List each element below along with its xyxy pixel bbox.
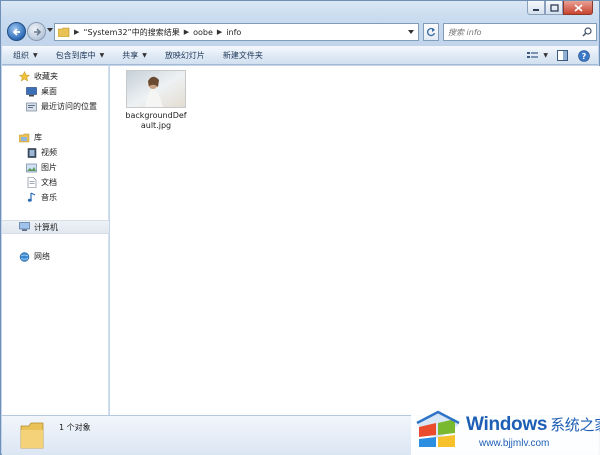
- sidebar-item-music[interactable]: 音乐: [2, 191, 109, 204]
- svg-text:?: ?: [582, 52, 587, 61]
- sidebar-item-label: 桌面: [41, 87, 57, 96]
- sidebar-item-videos[interactable]: 视频: [2, 146, 109, 159]
- watermark: Windows系统之家 www.bjjmlv.com: [411, 403, 600, 455]
- preview-pane-icon: [556, 50, 568, 61]
- sidebar-item-label: 最近访问的位置: [41, 102, 97, 111]
- chevron-down-icon: ▼: [99, 51, 105, 59]
- forward-button[interactable]: [27, 22, 46, 41]
- watermark-title-text: Windows: [466, 414, 548, 435]
- desktop-icon: [26, 86, 37, 97]
- item-count-label: 1 个对象: [59, 423, 91, 432]
- pictures-icon: [26, 162, 37, 173]
- slideshow-label: 放映幻灯片: [164, 50, 205, 60]
- chevron-down-icon: ▼: [33, 51, 38, 59]
- view-dropdown-icon[interactable]: ▼: [543, 52, 548, 59]
- folder-icon: [20, 422, 44, 449]
- image-thumbnail: [126, 70, 186, 108]
- watermark-title: Windows系统之家: [466, 414, 600, 436]
- maximize-button[interactable]: [545, 1, 563, 15]
- search-input[interactable]: [448, 27, 578, 37]
- organize-button[interactable]: 组织 ▼: [2, 46, 45, 64]
- recent-places-icon: [26, 101, 37, 112]
- chevron-down-icon: ▼: [142, 51, 147, 59]
- breadcrumb-separator-icon[interactable]: ▶: [217, 28, 222, 36]
- breadcrumb-separator-icon[interactable]: ▶: [184, 28, 189, 36]
- minimize-button[interactable]: [527, 1, 545, 15]
- music-icon: [26, 192, 37, 203]
- sidebar-item-computer[interactable]: 计算机: [2, 220, 109, 234]
- organize-label: 组织: [13, 50, 29, 60]
- star-icon: [19, 71, 30, 82]
- back-button[interactable]: [7, 22, 26, 41]
- minimize-icon: [533, 8, 539, 11]
- forward-arrow-icon: [33, 27, 41, 36]
- watermark-url: www.bjjmlv.com: [479, 438, 550, 449]
- sidebar-item-pictures[interactable]: 图片: [2, 161, 109, 174]
- sidebar-item-label: 网络: [34, 252, 50, 261]
- caption-buttons: [527, 1, 593, 15]
- explorer-window: ▶ “System32”中的搜索结果 ▶ oobe ▶ info 组织 ▼: [0, 0, 600, 455]
- library-icon: [19, 132, 30, 143]
- breadcrumb-search-results[interactable]: “System32”中的搜索结果: [83, 27, 179, 38]
- maximize-icon: [549, 3, 559, 12]
- sidebar-item-favorites[interactable]: 收藏夹: [2, 70, 109, 83]
- refresh-button[interactable]: [423, 23, 439, 41]
- sidebar-item-documents[interactable]: 文档: [2, 176, 109, 189]
- file-item[interactable]: backgroundDefault.jpg: [120, 70, 192, 131]
- share-button[interactable]: 共享 ▼: [111, 46, 154, 64]
- file-list-pane[interactable]: backgroundDefault.jpg: [110, 66, 600, 415]
- change-view-button[interactable]: [525, 48, 541, 63]
- navigation-row: ▶ “System32”中的搜索结果 ▶ oobe ▶ info: [5, 19, 597, 45]
- sidebar-item-label: 图片: [41, 163, 57, 172]
- sidebar-item-libraries[interactable]: 库: [2, 131, 109, 144]
- search-box[interactable]: [443, 23, 597, 41]
- breadcrumb-oobe[interactable]: oobe: [193, 28, 213, 37]
- sidebar-item-recent-places[interactable]: 最近访问的位置: [2, 100, 109, 113]
- view-options-icon: [527, 51, 539, 58]
- include-in-library-button[interactable]: 包含到库中 ▼: [45, 46, 112, 64]
- watermark-suffix: 系统之家: [550, 417, 600, 434]
- new-folder-button[interactable]: 新建文件夹: [212, 46, 270, 64]
- address-history-dropdown-icon[interactable]: [408, 30, 414, 35]
- search-icon[interactable]: [582, 27, 592, 37]
- share-label: 共享: [122, 50, 139, 60]
- back-arrow-icon: [12, 27, 20, 36]
- windows-logo-icon: [416, 410, 460, 447]
- sidebar-item-label: 计算机: [34, 222, 58, 232]
- help-icon: ?: [578, 49, 590, 62]
- refresh-icon: [427, 27, 436, 37]
- network-icon: [19, 251, 30, 262]
- sidebar-item-label: 收藏夹: [34, 72, 58, 81]
- close-button[interactable]: [563, 1, 593, 15]
- preview-pane-button[interactable]: [554, 48, 570, 63]
- close-icon: [573, 3, 583, 12]
- computer-icon: [19, 222, 30, 233]
- include-in-library-label: 包含到库中: [55, 50, 96, 60]
- sidebar-item-label: 视频: [41, 148, 57, 157]
- new-folder-label: 新建文件夹: [222, 50, 263, 60]
- sidebar-item-network[interactable]: 网络: [2, 250, 109, 263]
- sidebar-item-label: 音乐: [41, 193, 57, 202]
- help-button[interactable]: ?: [576, 48, 592, 63]
- breadcrumb-separator-icon[interactable]: ▶: [74, 28, 79, 36]
- sidebar-item-label: 文档: [41, 178, 57, 187]
- slideshow-button[interactable]: 放映幻灯片: [154, 46, 212, 64]
- view-buttons: ▼ ?: [519, 48, 592, 63]
- recent-pages-dropdown-icon[interactable]: [47, 28, 53, 33]
- address-bar[interactable]: ▶ “System32”中的搜索结果 ▶ oobe ▶ info: [54, 23, 419, 41]
- file-name-label: backgroundDefault.jpg: [125, 111, 187, 130]
- sidebar-item-desktop[interactable]: 桌面: [2, 85, 109, 98]
- command-toolbar: 组织 ▼ 包含到库中 ▼ 共享 ▼ 放映幻灯片 新建文件夹 ▼ ?: [2, 45, 598, 65]
- video-icon: [26, 147, 37, 158]
- breadcrumb-info[interactable]: info: [226, 28, 241, 37]
- sidebar-item-label: 库: [34, 133, 42, 142]
- folder-icon: [58, 27, 70, 37]
- documents-icon: [26, 177, 37, 188]
- navigation-pane: 收藏夹 桌面 最近访问的位置 库 视频 图片 文档 音乐 计算机 网络: [2, 66, 109, 415]
